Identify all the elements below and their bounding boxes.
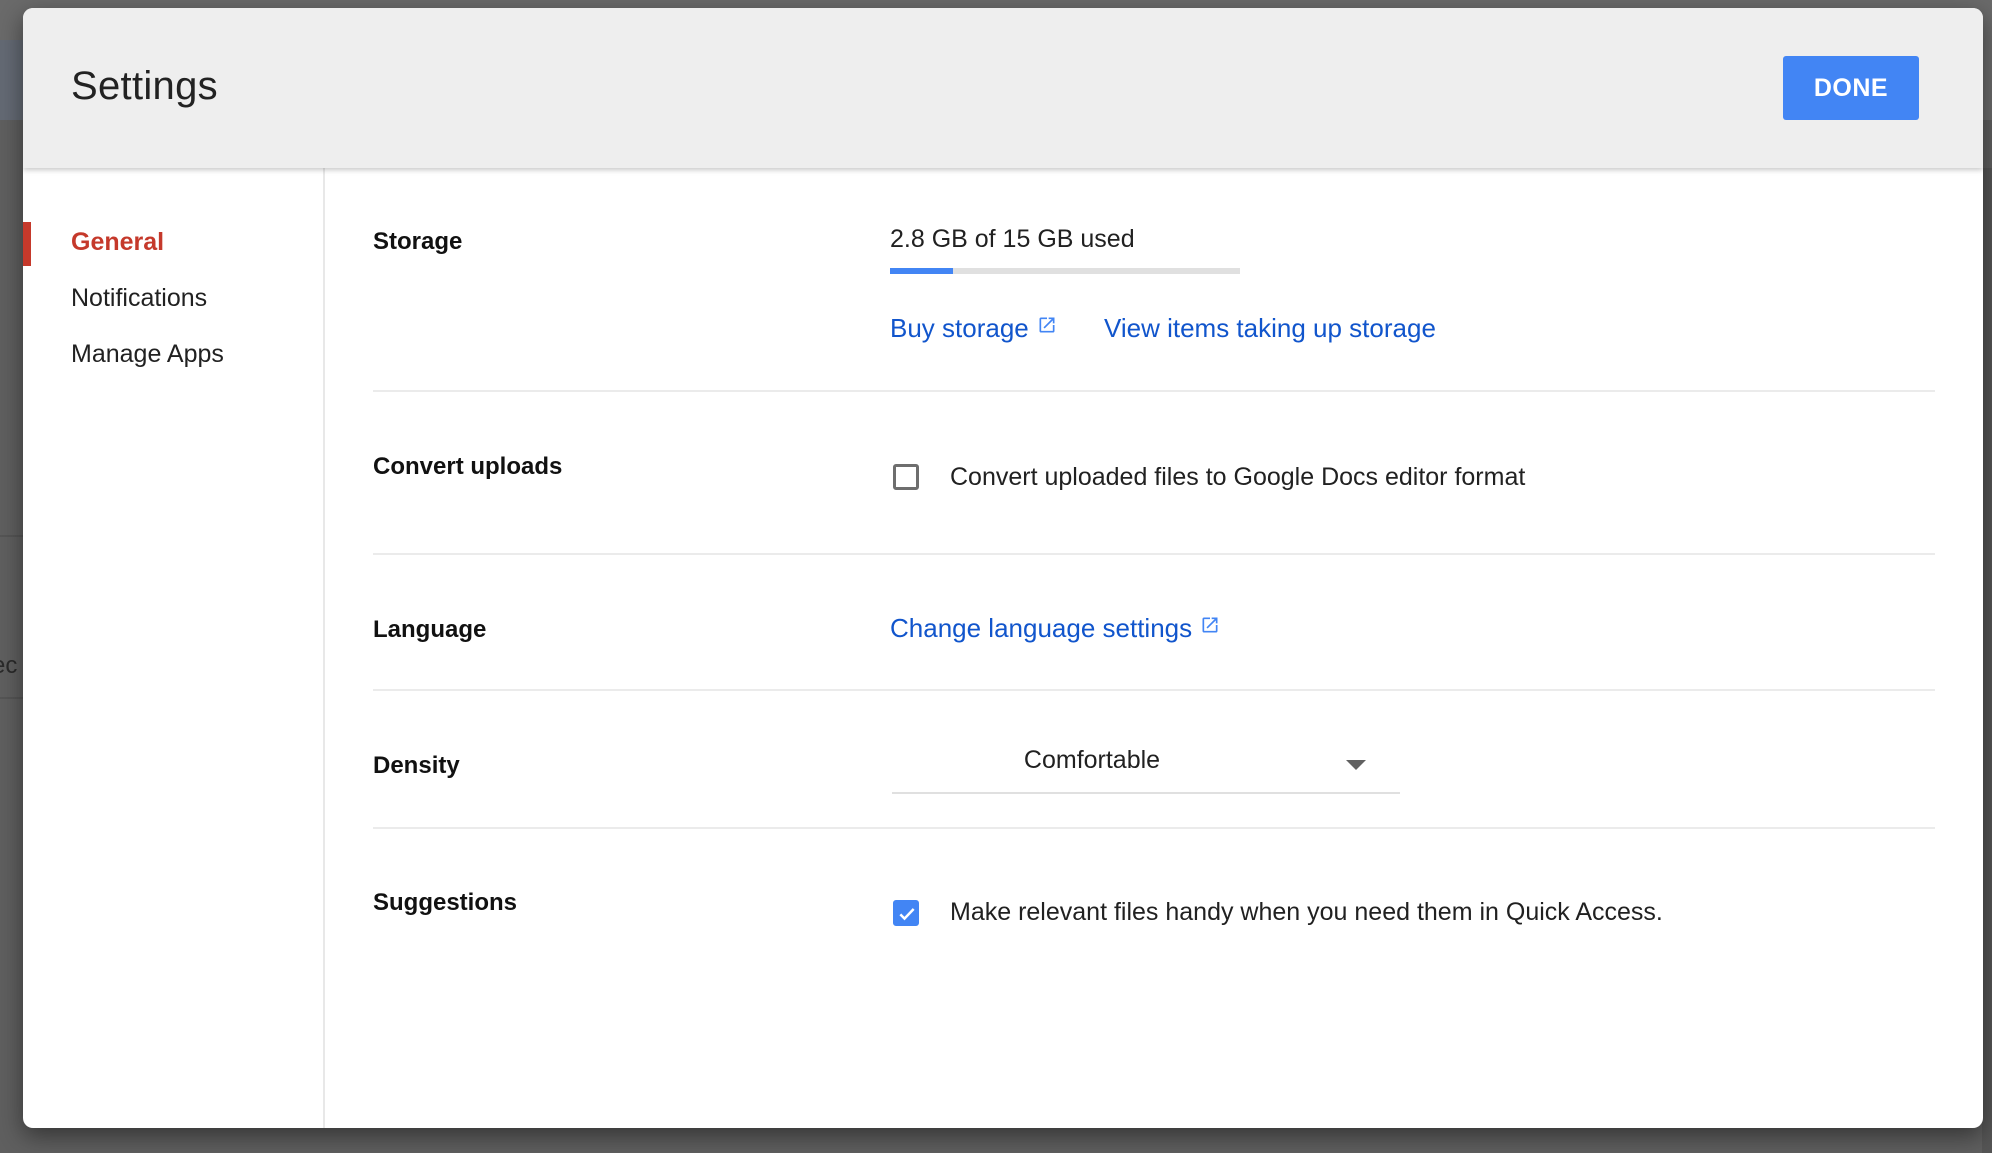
storage-links: Buy storage View items taking up storage [890,313,1436,344]
storage-label: Storage [373,228,463,255]
suggestions-label: Suggestions [373,889,518,916]
done-button[interactable]: DONE [1783,56,1919,120]
background-right-panel [1982,168,1992,1153]
convert-uploads-label: Convert uploads [373,453,563,480]
section-divider [373,689,1935,691]
checkmark-icon [899,908,915,921]
sidebar-item-manage-apps[interactable]: Manage Apps [71,340,224,369]
convert-uploads-checkbox-label: Convert uploaded files to Google Docs ed… [950,463,1526,491]
active-indicator [23,222,31,266]
convert-uploads-checkbox[interactable] [893,464,919,490]
density-label: Density [373,752,460,779]
settings-sidebar: General Notifications Manage Apps [23,168,325,1128]
settings-dialog: Settings DONE General Notifications Mana… [23,8,1983,1128]
storage-usage-text: 2.8 GB of 15 GB used [890,225,1135,253]
dialog-header: Settings DONE [23,8,1983,168]
density-selected-value: Comfortable [1023,746,1161,774]
suggestions-checkbox[interactable] [893,900,919,926]
external-link-icon [1202,617,1218,633]
buy-storage-label: Buy storage [890,313,1029,343]
sidebar-item-general[interactable]: General [71,228,164,257]
storage-progress-fill [890,268,953,274]
section-divider [373,553,1935,555]
dropdown-arrow-icon [1346,760,1366,770]
sidebar-item-notifications[interactable]: Notifications [71,284,207,313]
language-row-value: Change language settings [890,613,1220,644]
density-dropdown[interactable]: Comfortable [892,738,1400,794]
view-items-storage-link[interactable]: View items taking up storage [1104,313,1436,343]
section-divider [373,390,1935,392]
change-language-label: Change language settings [890,613,1193,643]
storage-progress-bar [890,268,1240,274]
language-label: Language [373,616,487,643]
section-divider [373,827,1935,829]
suggestions-checkbox-label: Make relevant files handy when you need … [950,898,1663,926]
external-link-icon [1039,317,1055,333]
settings-content: Storage 2.8 GB of 15 GB used Buy storage… [373,168,1963,1128]
background-partial-text: ec [0,652,18,679]
dialog-title: Settings [71,64,218,108]
change-language-link[interactable]: Change language settings [890,613,1220,643]
buy-storage-link[interactable]: Buy storage [890,313,1064,343]
